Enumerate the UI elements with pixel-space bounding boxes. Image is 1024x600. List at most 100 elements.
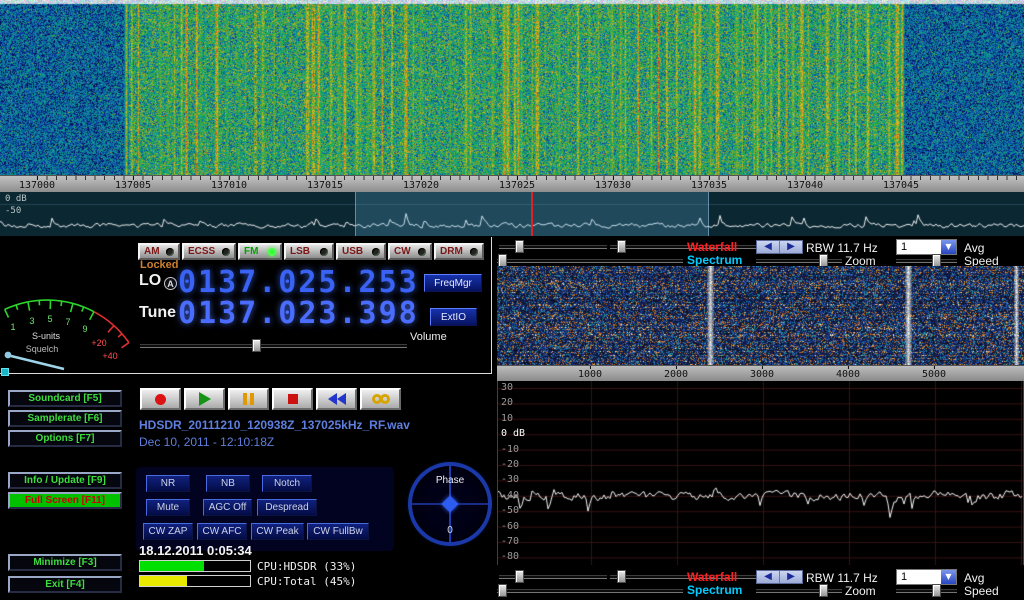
record-button[interactable] bbox=[140, 388, 181, 410]
notch-button[interactable]: Notch bbox=[262, 475, 312, 492]
mode-am-label: AM bbox=[144, 246, 160, 257]
af-db-label: -50 bbox=[501, 505, 519, 516]
spectrum-range-slider-2-knob[interactable] bbox=[498, 584, 507, 597]
waterfall-tab-2[interactable]: Waterfall bbox=[687, 570, 737, 584]
zoom-slider-2-track[interactable] bbox=[756, 589, 842, 593]
brightness-slider-2[interactable] bbox=[499, 570, 607, 583]
frequency-scale[interactable]: 137000 137005 137010 137015 137020 13702… bbox=[0, 175, 1024, 192]
info-update-button[interactable]: Info / Update [F9] bbox=[8, 472, 122, 489]
avg-dropdown-2-arrow-icon[interactable]: ▼ bbox=[941, 570, 956, 584]
stop-button[interactable] bbox=[272, 388, 313, 410]
mode-cw-button[interactable]: CW bbox=[388, 243, 432, 260]
avg-dropdown-arrow-icon[interactable]: ▼ bbox=[941, 240, 956, 254]
rbw-readout-2: RBW 11.7 Hz bbox=[806, 571, 878, 585]
rewind-button[interactable] bbox=[316, 388, 357, 410]
zoom-slider-2-knob[interactable] bbox=[819, 584, 828, 597]
brightness-slider[interactable] bbox=[499, 240, 607, 253]
lo-a-badge[interactable]: A bbox=[164, 277, 177, 290]
cw-fullbw-button[interactable]: CW FullBw bbox=[307, 523, 369, 540]
despread-button[interactable]: Despread bbox=[257, 499, 317, 516]
shift-left-button-2[interactable]: ◀ bbox=[757, 571, 780, 583]
zoom-slider-2[interactable] bbox=[756, 584, 842, 597]
waterfall-control-row-bottom: Waterfall ◀ ▶ RBW 11.7 Hz 1 ▼ Avg Spectr… bbox=[497, 568, 1024, 597]
playback-toolbar bbox=[140, 388, 401, 410]
spectrum-range-slider-2-track[interactable] bbox=[497, 589, 683, 593]
options-button[interactable]: Options [F7] bbox=[8, 430, 122, 447]
af-db-label: -40 bbox=[501, 490, 519, 501]
shift-right-button-2[interactable]: ▶ bbox=[780, 571, 802, 583]
samplerate-button[interactable]: Samplerate [F6] bbox=[8, 410, 122, 427]
avg-dropdown[interactable]: 1 ▼ bbox=[896, 239, 957, 255]
spectrum-range-slider-2[interactable] bbox=[497, 584, 683, 597]
avg-dropdown-2[interactable]: 1 ▼ bbox=[896, 569, 957, 585]
mode-usb-button[interactable]: USB bbox=[336, 243, 386, 260]
cw-peak-button[interactable]: CW Peak bbox=[251, 523, 304, 540]
brightness-slider-2-knob[interactable] bbox=[515, 570, 524, 583]
cw-afc-button[interactable]: CW AFC bbox=[197, 523, 247, 540]
af-waterfall-display[interactable] bbox=[497, 266, 1024, 365]
svg-text:7: 7 bbox=[65, 317, 70, 327]
avg-label: Avg bbox=[964, 241, 984, 255]
mode-lsb-button[interactable]: LSB bbox=[284, 243, 334, 260]
main-waterfall-display[interactable] bbox=[0, 0, 1024, 175]
exit-button[interactable]: Exit [F4] bbox=[8, 576, 122, 593]
soundcard-button[interactable]: Soundcard [F5] bbox=[8, 390, 122, 407]
af-spectrum-display[interactable]: 30 20 10 0 dB -10 -20 -30 -40 -50 -60 -7… bbox=[497, 381, 1024, 565]
speed-slider-2-track[interactable] bbox=[896, 589, 957, 593]
cpu-hdsdr-meter bbox=[139, 560, 251, 572]
phase-marker-icon bbox=[442, 496, 459, 513]
lo-frequency-digits[interactable]: 0137.025.253 bbox=[178, 265, 419, 300]
spectrum-tab[interactable]: Spectrum bbox=[687, 253, 742, 267]
minimize-button[interactable]: Minimize [F3] bbox=[8, 554, 122, 571]
s-meter[interactable]: 1 3 5 7 9 +20 +40 S-units Squelch bbox=[2, 240, 134, 372]
squelch-slider-knob[interactable] bbox=[1, 368, 9, 376]
freqmgr-button[interactable]: FreqMgr bbox=[424, 274, 482, 292]
freq-tick: 137000 bbox=[19, 180, 55, 191]
volume-slider-knob[interactable] bbox=[252, 339, 261, 352]
zoom-slider-track[interactable] bbox=[756, 259, 842, 263]
shift-left-button[interactable]: ◀ bbox=[757, 241, 780, 253]
speed-slider-2[interactable] bbox=[896, 584, 957, 597]
volume-slider-track[interactable] bbox=[140, 344, 407, 348]
waterfall-tab[interactable]: Waterfall bbox=[687, 240, 737, 254]
af-spectrum-canvas[interactable] bbox=[498, 381, 1023, 565]
pause-button[interactable] bbox=[228, 388, 269, 410]
tune-frequency-digits[interactable]: 0137.023.398 bbox=[178, 296, 419, 331]
mode-ecss-button[interactable]: ECSS bbox=[182, 243, 236, 260]
mode-am-button[interactable]: AM bbox=[138, 243, 180, 260]
play-button[interactable] bbox=[184, 388, 225, 410]
mute-button[interactable]: Mute bbox=[146, 499, 190, 516]
contrast-slider-knob[interactable] bbox=[617, 240, 626, 253]
speed-label-2: Speed bbox=[964, 584, 999, 598]
freq-tick: 137030 bbox=[595, 180, 631, 191]
shift-right-button[interactable]: ▶ bbox=[780, 241, 802, 253]
phase-indicator[interactable]: Phase 0 bbox=[408, 462, 492, 546]
mode-drm-button[interactable]: DRM bbox=[434, 243, 484, 260]
pause-icon bbox=[243, 393, 254, 405]
avg-dropdown-2-value: 1 bbox=[897, 571, 941, 583]
agc-button[interactable]: AGC Off bbox=[203, 499, 252, 516]
mode-button-row: AM ECSS FM LSB USB CW DRM bbox=[138, 243, 484, 260]
speed-slider-2-knob[interactable] bbox=[932, 584, 941, 597]
nb-button[interactable]: NB bbox=[206, 475, 250, 492]
af-frequency-scale[interactable]: 1000 2000 3000 4000 5000 bbox=[497, 365, 1024, 381]
spectrum-tab-2[interactable]: Spectrum bbox=[687, 583, 742, 597]
loop-button[interactable] bbox=[360, 388, 401, 410]
mode-fm-led-icon bbox=[268, 248, 276, 256]
volume-slider[interactable] bbox=[140, 339, 407, 352]
cw-zap-button[interactable]: CW ZAP bbox=[143, 523, 193, 540]
nr-button[interactable]: NR bbox=[146, 475, 190, 492]
cpu-total-text: CPU:Total (45%) bbox=[257, 575, 356, 588]
brightness-slider-knob[interactable] bbox=[515, 240, 524, 253]
spectrum-range-slider-track[interactable] bbox=[497, 259, 683, 263]
svg-text:1: 1 bbox=[10, 322, 15, 332]
mode-fm-button[interactable]: FM bbox=[238, 243, 282, 260]
speed-slider-track[interactable] bbox=[896, 259, 957, 263]
freq-tick: 137005 bbox=[115, 180, 151, 191]
contrast-slider-2-knob[interactable] bbox=[617, 570, 626, 583]
fullscreen-button[interactable]: Full Screen [F11] bbox=[8, 492, 122, 509]
extio-button[interactable]: ExtIO bbox=[430, 308, 477, 326]
af-tick: 2000 bbox=[664, 369, 688, 380]
recording-filename: HDSDR_20111210_120938Z_137025kHz_RF.wav bbox=[139, 418, 410, 432]
phase-label: Phase bbox=[412, 475, 488, 486]
